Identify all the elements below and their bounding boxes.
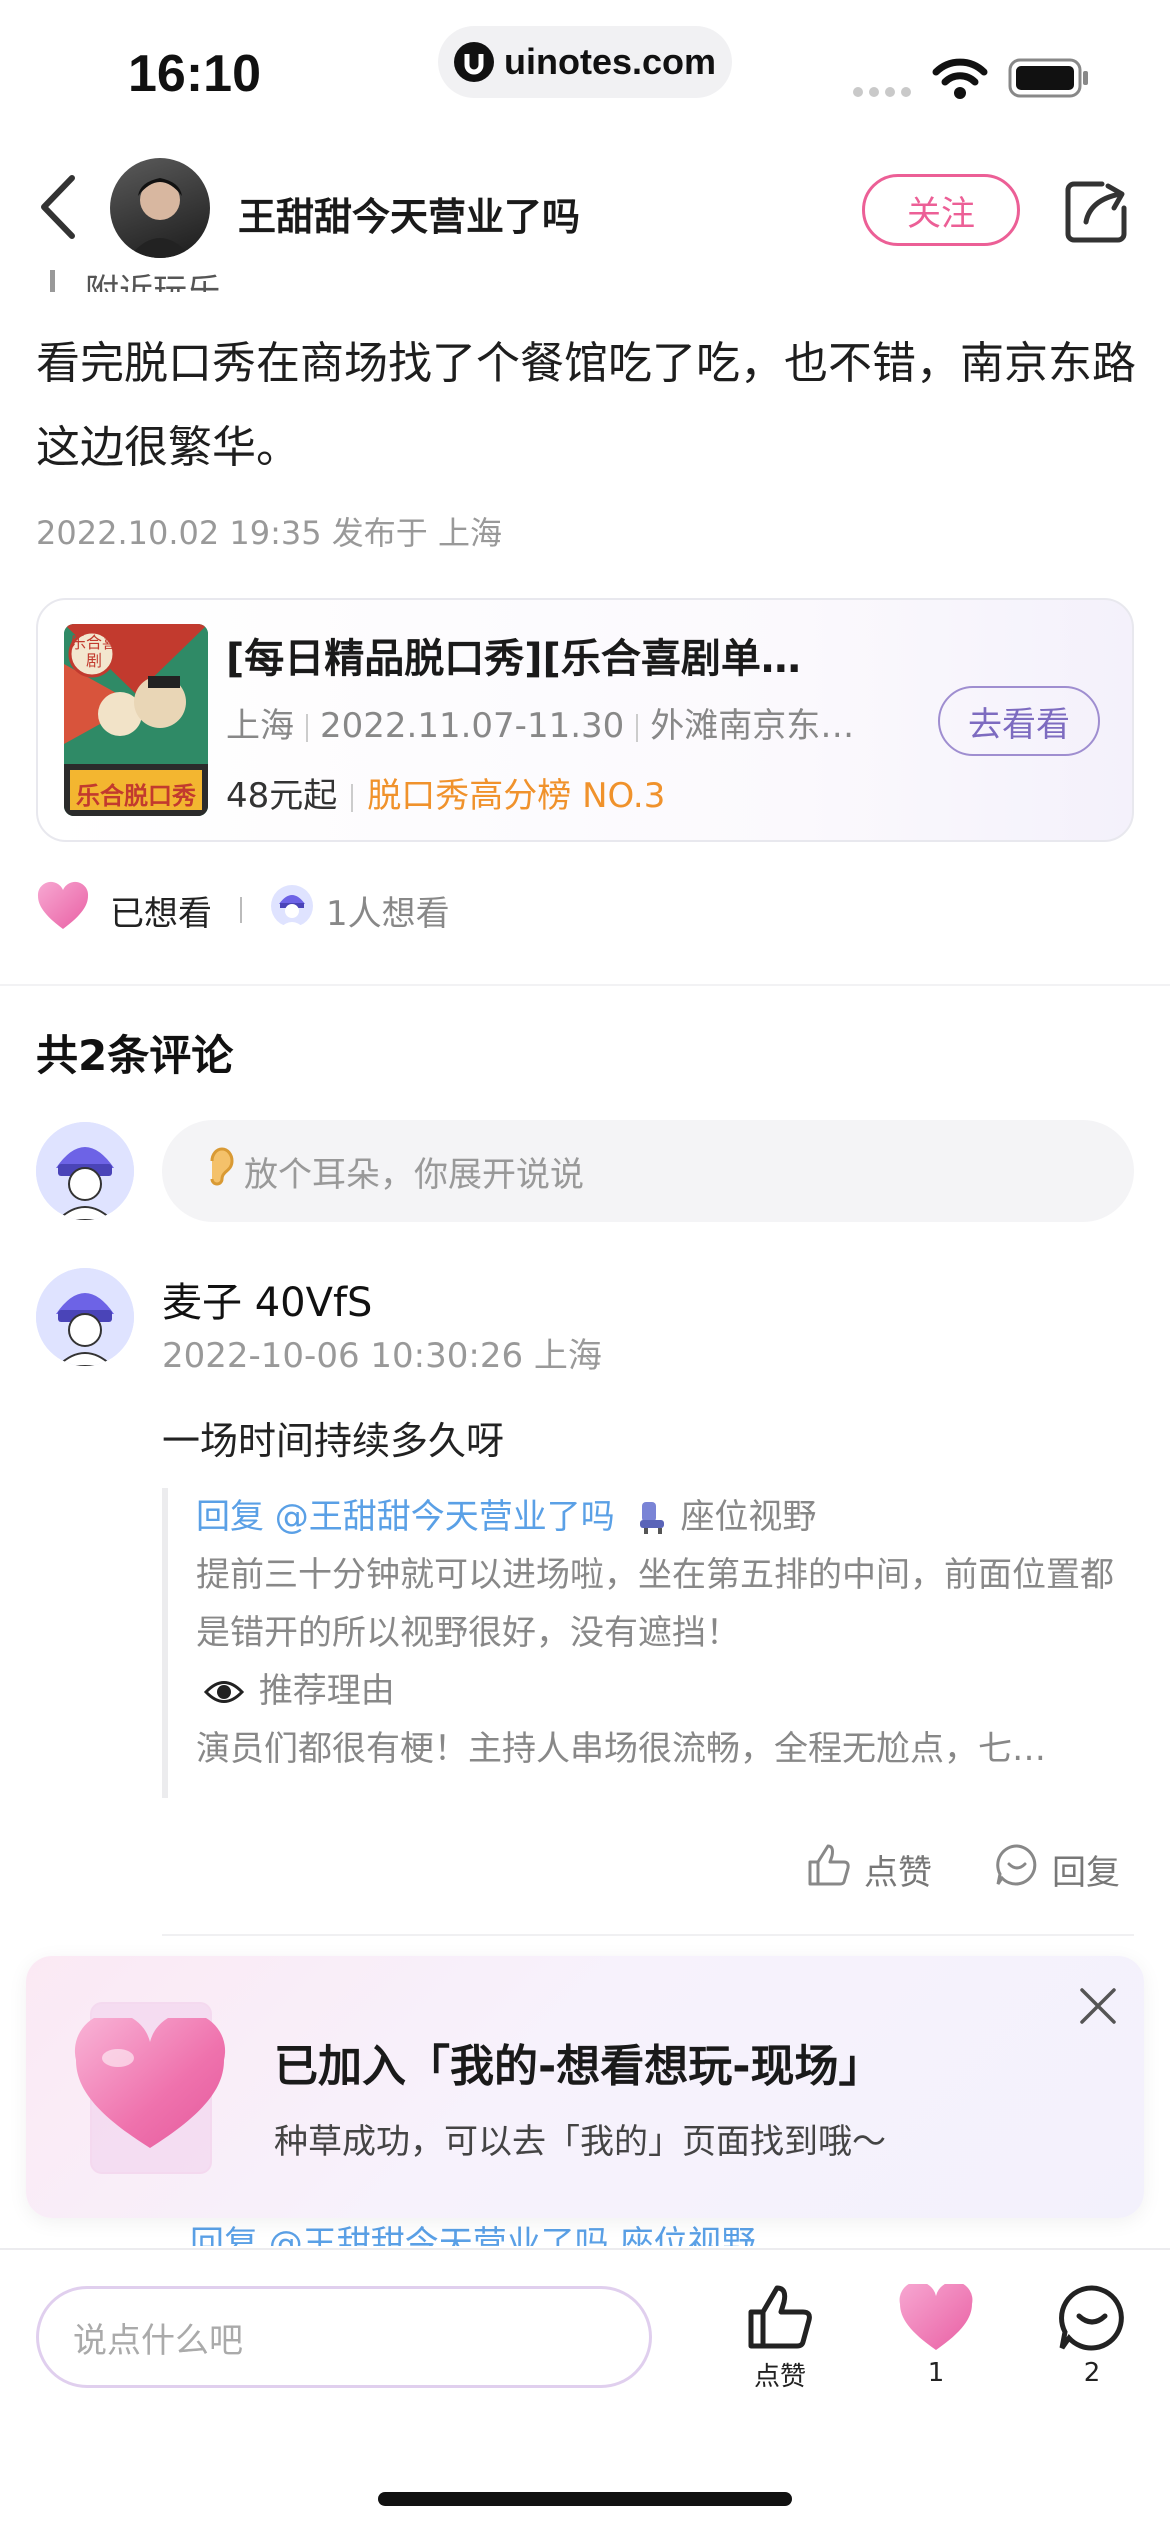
show-poster: 乐合喜剧 乐合脱口秀 bbox=[64, 624, 208, 816]
bottom-comment-count: 2 bbox=[1083, 2358, 1101, 2388]
commenter-name[interactable]: 麦子 40VfS bbox=[162, 1270, 372, 1328]
poster-text-bottom: 乐合脱口秀 bbox=[76, 782, 196, 810]
wifi-icon bbox=[932, 56, 988, 104]
comment-text: 一场时间持续多久呀 bbox=[162, 1419, 505, 1463]
reason-text: 演员们都很有梗！主持人串场很流畅，全程无尬点，七… bbox=[196, 1729, 1046, 1769]
show-info: 上海 2022.11.07-11.30 外滩南京东… bbox=[226, 698, 854, 747]
reply-seat-label: 座位视野 bbox=[680, 1497, 817, 1537]
comment-bubble-icon bbox=[1057, 2285, 1127, 2356]
bottom-heart-count: 1 bbox=[927, 2358, 945, 2388]
want-count: 1人想看 bbox=[326, 893, 450, 934]
added-toast[interactable]: 已加入「我的-想看想玩-现场」 种草成功，可以去「我的」页面找到哦～ bbox=[26, 1956, 1144, 2218]
comment-reply-button[interactable]: 回复 bbox=[994, 1842, 1120, 1897]
bottom-like-label: 点赞 bbox=[753, 2362, 806, 2392]
url-text: uinotes.com bbox=[503, 41, 717, 82]
show-venue: 外滩南京东… bbox=[650, 706, 855, 746]
post-body: 看完脱口秀在商场找了个餐馆吃了吃，也不错，南京东路这边很繁华。 bbox=[36, 338, 1136, 473]
show-rank: 脱口秀高分榜 NO.3 bbox=[367, 776, 666, 816]
toast-title: 已加入「我的-想看想玩-现场」 bbox=[274, 2041, 883, 2092]
eye-icon bbox=[203, 1671, 255, 1711]
comment-input[interactable]: 放个耳朵，你展开说说 bbox=[162, 1120, 1134, 1222]
reply-prefix: 回复 @王甜甜今天营业了吗 bbox=[196, 1497, 615, 1537]
ear-icon bbox=[206, 1147, 236, 1196]
close-icon[interactable] bbox=[1078, 1986, 1118, 2030]
author-avatar[interactable] bbox=[110, 158, 210, 258]
quoted-reply[interactable]: 回复 @王甜甜今天营业了吗 座位视野 提前三十分钟就可以进场啦，坐在第五排的中间… bbox=[162, 1488, 1114, 1798]
poster-text-top: 乐合喜剧 bbox=[70, 633, 119, 670]
status-time: 16:10 bbox=[128, 45, 261, 103]
bottom-like-button[interactable]: 点赞 bbox=[740, 2284, 820, 2393]
show-dates: 2022.11.07-11.30 bbox=[320, 706, 625, 746]
reason-row: 推荐理由 bbox=[196, 1662, 1114, 1720]
comments-title: 共2条评论 bbox=[36, 1031, 234, 1080]
reply-head: 回复 @王甜甜今天营业了吗 座位视野 bbox=[196, 1488, 1114, 1546]
reply-body: 提前三十分钟就可以进场啦，坐在第五排的中间，前面位置都是错开的所以视野很好，没有… bbox=[196, 1555, 1114, 1653]
cellular-signal-icon bbox=[852, 84, 912, 103]
bottom-comment-button[interactable]: 2 bbox=[1052, 2284, 1132, 2388]
show-price: 48元起 bbox=[226, 776, 338, 816]
follow-button[interactable]: 关注 bbox=[862, 174, 1020, 246]
want-row: 已想看 1人想看 bbox=[36, 881, 450, 940]
want-user-avatar bbox=[270, 884, 314, 937]
go-see-button[interactable]: 去看看 bbox=[938, 686, 1100, 756]
site-logo-icon bbox=[453, 42, 494, 82]
reply-bubble-icon bbox=[994, 1842, 1040, 1897]
thumbs-up-icon bbox=[806, 1842, 852, 1897]
heart-icon bbox=[898, 2281, 974, 2356]
show-title: [每日精品脱口秀][乐合喜剧单… bbox=[226, 636, 801, 682]
comment-like-button[interactable]: 点赞 bbox=[806, 1842, 932, 1897]
toast-subtitle: 种草成功，可以去「我的」页面找到哦～ bbox=[274, 2122, 886, 2162]
back-button[interactable] bbox=[36, 172, 80, 246]
topic-tag-label: 附近玩乐 bbox=[85, 272, 221, 292]
comment-reply-label: 回复 bbox=[1052, 1853, 1120, 1893]
heart-icon[interactable] bbox=[36, 881, 90, 940]
comment-input-placeholder: 放个耳朵，你展开说说 bbox=[244, 1154, 584, 1195]
url-pill[interactable]: uinotes.com bbox=[438, 26, 732, 98]
commenter-avatar[interactable] bbox=[36, 1268, 134, 1366]
bottom-comment-input[interactable]: 说点什么吧 bbox=[36, 2286, 652, 2388]
show-price-row: 48元起 脱口秀高分榜 NO.3 bbox=[226, 768, 665, 817]
battery-icon bbox=[1008, 58, 1090, 102]
want-label[interactable]: 已想看 bbox=[110, 886, 212, 935]
show-card[interactable]: 乐合喜剧 乐合脱口秀 [每日精品脱口秀][乐合喜剧单… 上海 2022.11.07… bbox=[36, 598, 1134, 842]
reason-label: 推荐理由 bbox=[258, 1671, 395, 1711]
toast-heart-icon bbox=[72, 2012, 228, 2158]
want-divider bbox=[240, 897, 242, 923]
section-divider bbox=[0, 984, 1170, 986]
show-city: 上海 bbox=[226, 706, 294, 746]
bottom-heart-button[interactable]: 1 bbox=[896, 2281, 976, 2388]
home-indicator bbox=[378, 2492, 792, 2506]
comment-divider bbox=[162, 1934, 1134, 1936]
topic-tag[interactable]: 附近玩乐 bbox=[50, 262, 221, 292]
my-avatar bbox=[36, 1122, 134, 1220]
post-meta: 2022.10.02 19:35 发布于 上海 bbox=[36, 514, 502, 552]
author-name[interactable]: 王甜甜今天营业了吗 bbox=[238, 186, 580, 241]
comment-meta: 2022-10-06 10:30:26 上海 bbox=[162, 1336, 602, 1376]
share-icon[interactable] bbox=[1062, 178, 1130, 250]
thumbs-up-icon bbox=[745, 2285, 815, 2354]
comment-like-label: 点赞 bbox=[864, 1853, 932, 1893]
seat-icon bbox=[634, 1497, 681, 1537]
